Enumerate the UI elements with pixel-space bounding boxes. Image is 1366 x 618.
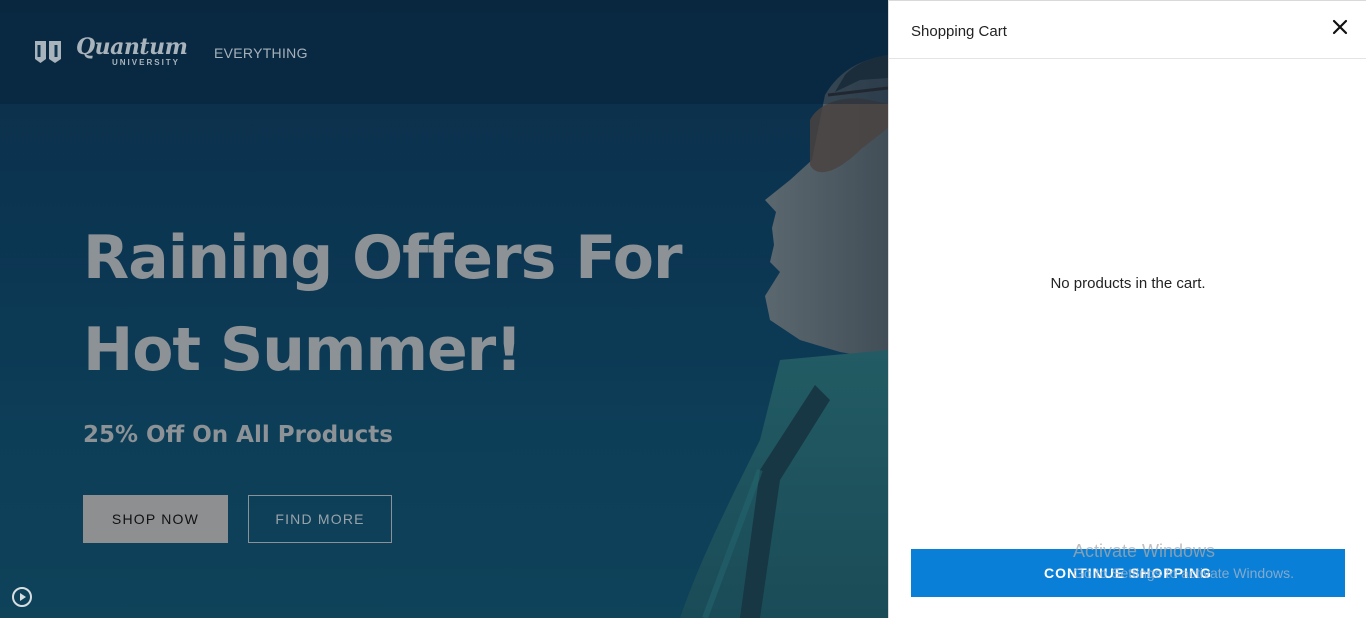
logo-word: Quantum	[76, 34, 188, 60]
play-icon[interactable]	[11, 586, 33, 608]
hero-title-line-2: Hot Summer!	[83, 315, 523, 385]
site-logo[interactable]: Quantum UNIVERSITY	[34, 34, 188, 67]
activate-windows-title: Activate Windows	[1073, 541, 1216, 561]
cart-title: Shopping Cart	[911, 23, 1007, 40]
shop-now-button[interactable]: SHOP NOW	[83, 495, 228, 543]
hero-title-line-1: Raining Offers For	[83, 223, 683, 293]
cart-empty-message: No products in the cart.	[1050, 275, 1206, 292]
close-icon[interactable]	[1330, 17, 1350, 37]
shield-logo-icon	[35, 40, 61, 63]
activate-windows-subtitle: Go to Settings to activate Windows.	[1073, 565, 1294, 581]
find-more-button[interactable]: FIND MORE	[248, 495, 392, 543]
logo-sub: UNIVERSITY	[112, 58, 181, 67]
cart-header: Shopping Cart	[889, 1, 1366, 59]
hero-section: Quantum UNIVERSITY EVERYTHING Raining Of…	[0, 0, 888, 618]
nav-everything[interactable]: EVERYTHING	[214, 45, 308, 61]
hero-title: Raining Offers For Hot Summer!	[83, 212, 683, 396]
hero-subtitle: 25% Off On All Products	[83, 422, 393, 448]
logo-text: Quantum UNIVERSITY	[76, 34, 188, 67]
site-header: Quantum UNIVERSITY EVERYTHING	[0, 0, 888, 104]
shopping-cart-panel: Shopping Cart No products in the cart. C…	[888, 0, 1366, 618]
